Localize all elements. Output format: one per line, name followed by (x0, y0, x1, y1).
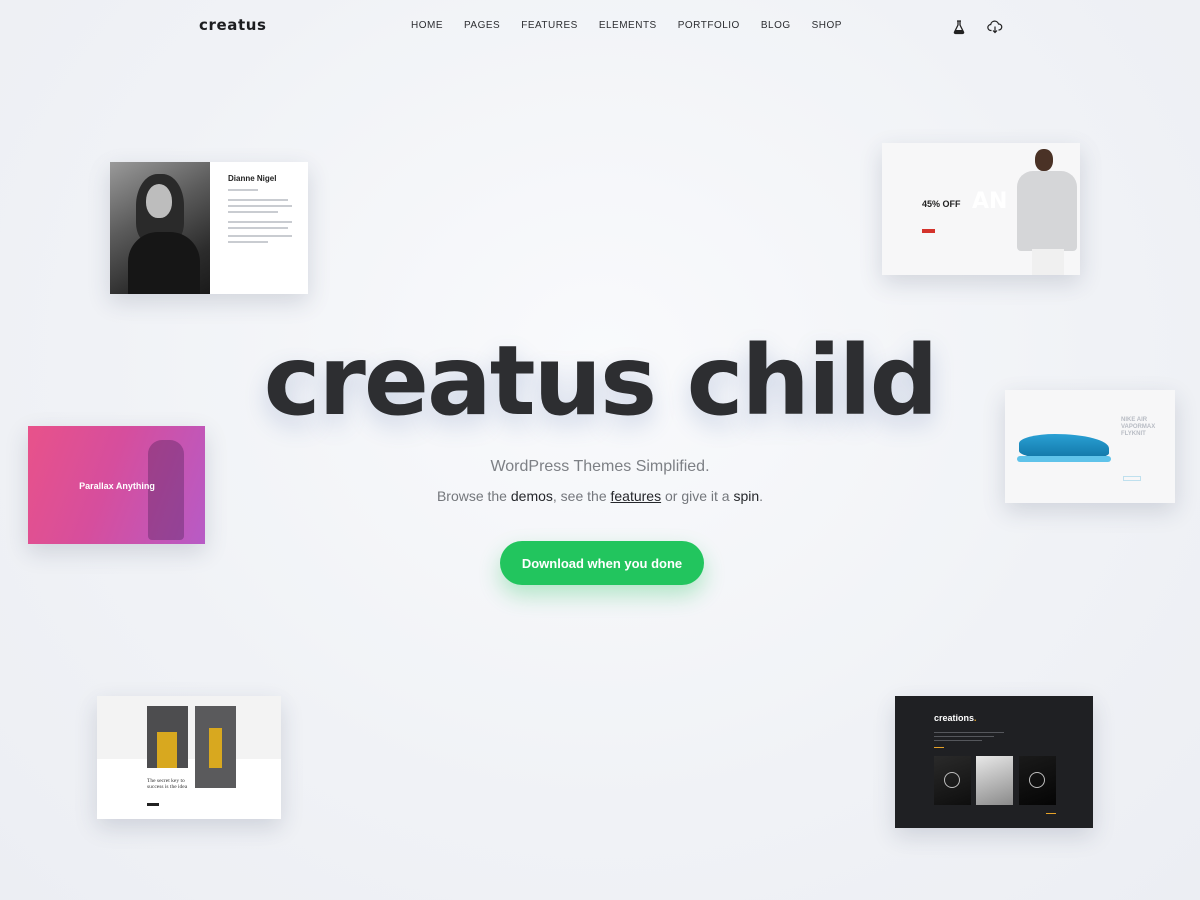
demo-card-portfolio[interactable]: creations. (895, 696, 1093, 828)
nav-item-portfolio[interactable]: PORTFOLIO (678, 20, 740, 31)
portfolio-title-text: creations (934, 713, 975, 723)
shoe-title: NIKE AIR VAPORMAX FLYKNIT (1121, 417, 1156, 437)
demos-link[interactable]: demos (511, 488, 553, 504)
nav-item-elements[interactable]: ELEMENTS (599, 20, 657, 31)
model-photo (147, 706, 188, 768)
portfolio-thumb (934, 756, 971, 805)
sale-offer: 45% OFF (922, 199, 961, 209)
fashion-button (147, 803, 159, 806)
portfolio-thumb (976, 756, 1013, 805)
model-photo (195, 706, 236, 788)
portfolio-title: creations. (934, 713, 977, 723)
portfolio-title-dot: . (974, 713, 977, 723)
shoe-button (1123, 476, 1141, 481)
download-button[interactable]: Download when you done (500, 541, 704, 585)
portfolio-thumb (1019, 756, 1056, 805)
sale-ghost-text: AN (972, 189, 1008, 214)
main-nav: HOME PAGES FEATURES ELEMENTS PORTFOLIO B… (411, 20, 842, 31)
demo-card-shoe[interactable]: NIKE AIR VAPORMAX FLYKNIT (1005, 390, 1175, 503)
nav-item-blog[interactable]: BLOG (761, 20, 791, 31)
demo-card-fashion[interactable]: The secret key to success is the idea (97, 696, 281, 819)
nav-item-shop[interactable]: SHOP (812, 20, 842, 31)
tagline-text: Browse the (436, 488, 511, 504)
parallax-title: Parallax Anything (79, 481, 155, 491)
site-logo[interactable]: creatus (199, 16, 267, 34)
model-photo (1017, 171, 1077, 251)
tagline-text: , see the (552, 488, 611, 504)
tagline-text: . (759, 488, 764, 504)
demo-card-profile[interactable]: Dianne Nigel (110, 162, 308, 294)
fashion-text: The secret key to success is the idea (147, 778, 188, 790)
nav-item-features[interactable]: FEATURES (521, 20, 578, 31)
flask-icon[interactable] (951, 19, 967, 35)
features-link[interactable]: features (611, 488, 662, 504)
demo-card-sale[interactable]: AN 45% OFF (882, 143, 1080, 275)
demo-card-parallax[interactable]: Parallax Anything (28, 426, 205, 544)
spin-link[interactable]: spin (733, 488, 759, 504)
nav-item-home[interactable]: HOME (411, 20, 443, 31)
shoe-image (1019, 434, 1109, 458)
nav-item-pages[interactable]: PAGES (464, 20, 500, 31)
profile-name: Dianne Nigel (228, 174, 277, 183)
sale-button (922, 229, 935, 233)
tagline-text: or give it a (661, 488, 734, 504)
profile-photo (110, 162, 210, 294)
cloud-download-icon[interactable] (987, 19, 1003, 35)
profile-info: Dianne Nigel (210, 162, 308, 294)
